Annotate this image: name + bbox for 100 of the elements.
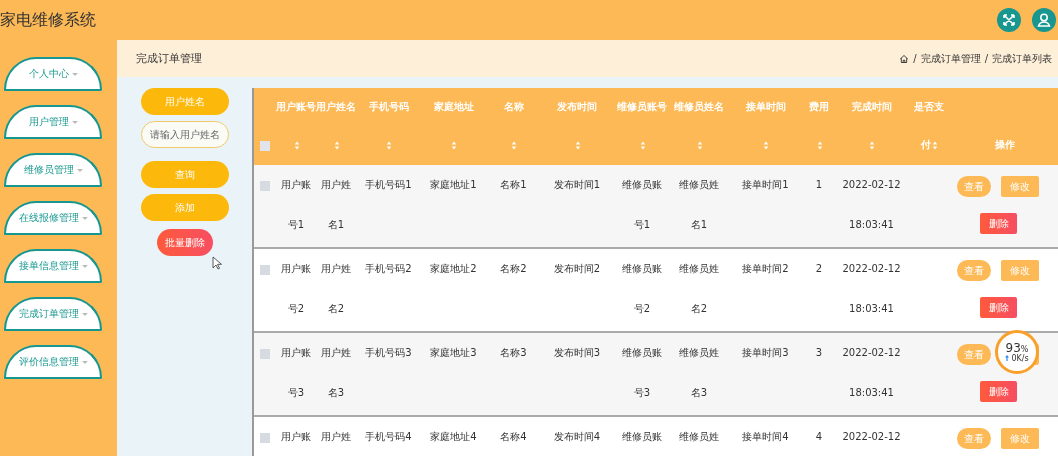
table-cell-text: 4	[815, 430, 823, 444]
column-header: 费用	[809, 100, 829, 114]
delete-button[interactable]: 删除	[980, 381, 1017, 402]
table-cell-text: 维修员姓	[679, 262, 719, 276]
app-title: 家电维修系统	[0, 9, 96, 31]
table-cell-text: 18:03:41	[849, 386, 894, 400]
table-cell-text: 家庭地址4	[430, 430, 477, 444]
delete-button[interactable]: 删除	[980, 297, 1017, 318]
table-cell-text: 号1	[633, 218, 651, 232]
table-cell-text: 2022-02-12	[842, 262, 901, 276]
fullscreen-icon[interactable]	[997, 8, 1021, 32]
table-cell-text: 用户账	[281, 178, 311, 192]
table-cell-text: 维修员账	[622, 430, 662, 444]
view-button[interactable]: 查看	[957, 176, 991, 197]
table-cell-text: 名1	[690, 218, 708, 232]
table-cell-text: 2022-02-12	[842, 430, 901, 444]
column-header: 用户账号	[276, 100, 316, 114]
column-header: 接单时间	[745, 100, 786, 114]
table-cell-text: 名称4	[500, 430, 527, 444]
table-cell-text: 用户姓	[321, 262, 351, 276]
search-field[interactable]: 请输入用户姓名	[140, 121, 229, 148]
batch-delete-button[interactable]: 批量删除	[156, 229, 213, 256]
table-cell-text: 用户账	[281, 262, 311, 276]
table-cell-text: 号3	[287, 386, 305, 400]
checkbox[interactable]	[260, 433, 270, 443]
table-cell-text: 用户账	[281, 346, 311, 360]
table-cell-text: 用户账	[281, 430, 311, 444]
table-cell-text: 手机号码3	[365, 346, 412, 360]
column-header: 付	[920, 138, 931, 152]
edit-button[interactable]: 修改	[1001, 260, 1039, 281]
breadcrumb-item[interactable]: 完成订单管理	[920, 51, 981, 66]
table-cell-text: 名称3	[500, 346, 527, 360]
sidebar-item[interactable]: 个人中心	[4, 57, 102, 91]
table-cell-text: 号3	[633, 386, 651, 400]
table-cell-text: 维修员姓	[679, 178, 719, 192]
breadcrumb-separator: /	[984, 53, 988, 64]
table-cell-text: 家庭地址2	[430, 262, 477, 276]
sort-icon[interactable]	[574, 140, 581, 150]
table-cell-text: 用户姓	[321, 346, 351, 360]
table-cell-text: 手机号码4	[365, 430, 412, 444]
delete-button[interactable]: 删除	[980, 213, 1017, 234]
table-cell-text: 18:03:41	[849, 218, 894, 232]
table-cell-text: 2022-02-12	[842, 178, 901, 192]
user-icon[interactable]	[1032, 8, 1056, 32]
checkbox[interactable]	[260, 349, 270, 359]
cursor-icon	[212, 256, 222, 270]
table-cell-text: 号2	[633, 302, 651, 316]
table-cell-text: 维修员姓	[679, 346, 719, 360]
table-cell-text: 名1	[327, 218, 345, 232]
edit-button[interactable]: 修改	[1001, 428, 1039, 449]
table-cell-text: 维修员账	[622, 178, 662, 192]
table-cell-text: 维修员账	[622, 346, 662, 360]
sidebar-item[interactable]: 完成订单管理	[4, 297, 102, 331]
sidebar-item[interactable]: 评价信息管理	[4, 345, 102, 379]
table-cell-text: 2022-02-12	[842, 346, 901, 360]
sort-icon[interactable]	[293, 140, 300, 150]
checkbox[interactable]	[260, 181, 270, 191]
table-cell-text: 家庭地址3	[430, 346, 477, 360]
sidebar-item[interactable]: 维修员管理	[4, 153, 102, 187]
breadcrumb-item[interactable]: 完成订单列表	[992, 51, 1052, 66]
checkbox[interactable]	[260, 140, 270, 151]
sidebar-item[interactable]: 用户管理	[4, 105, 102, 139]
table-cell-text: 1	[815, 178, 823, 192]
view-button[interactable]: 查看	[957, 344, 991, 365]
home-icon[interactable]	[899, 53, 910, 64]
sort-icon[interactable]	[511, 140, 517, 150]
table-cell-text: 用户姓	[321, 430, 351, 444]
search-button[interactable]: 查询	[140, 161, 229, 188]
sidebar-item[interactable]: 在线报修管理	[4, 201, 102, 235]
sort-icon[interactable]	[639, 140, 646, 150]
sort-icon[interactable]	[931, 140, 938, 150]
view-button[interactable]: 查看	[957, 260, 991, 281]
sort-icon[interactable]	[696, 140, 703, 150]
table-cell-text: 手机号码1	[365, 178, 412, 192]
table-cell-text: 维修员账	[622, 262, 662, 276]
sort-icon[interactable]	[333, 140, 340, 150]
column-header: 是否支	[914, 100, 944, 114]
upload-icon	[1005, 355, 1010, 361]
search-button[interactable]: 添加	[140, 194, 229, 221]
sort-icon[interactable]	[763, 140, 769, 150]
sort-icon[interactable]	[386, 140, 392, 150]
table-cell-text: 家庭地址1	[430, 178, 477, 192]
search-label: 用户姓名	[140, 88, 229, 115]
column-header: 家庭地址	[433, 100, 474, 114]
checkbox[interactable]	[260, 265, 270, 275]
table-cell-text: 号2	[287, 302, 305, 316]
table-cell-text: 发布时间1	[553, 178, 601, 192]
column-header: 维修员账号	[617, 100, 667, 114]
column-header: 名称	[503, 100, 524, 114]
table-cell-text: 号1	[287, 218, 305, 232]
sidebar-item[interactable]: 接单信息管理	[4, 249, 102, 283]
edit-button[interactable]: 修改	[1001, 176, 1039, 197]
table-cell-text: 发布时间4	[553, 430, 601, 444]
table-cell-text: 维修员姓	[679, 430, 719, 444]
table-cell-text: 接单时间4	[742, 430, 789, 444]
view-button[interactable]: 查看	[957, 428, 991, 449]
table-cell-text: 3	[815, 346, 823, 360]
sort-icon[interactable]	[451, 140, 457, 150]
sort-icon[interactable]	[869, 140, 875, 150]
sort-icon[interactable]	[816, 140, 823, 150]
